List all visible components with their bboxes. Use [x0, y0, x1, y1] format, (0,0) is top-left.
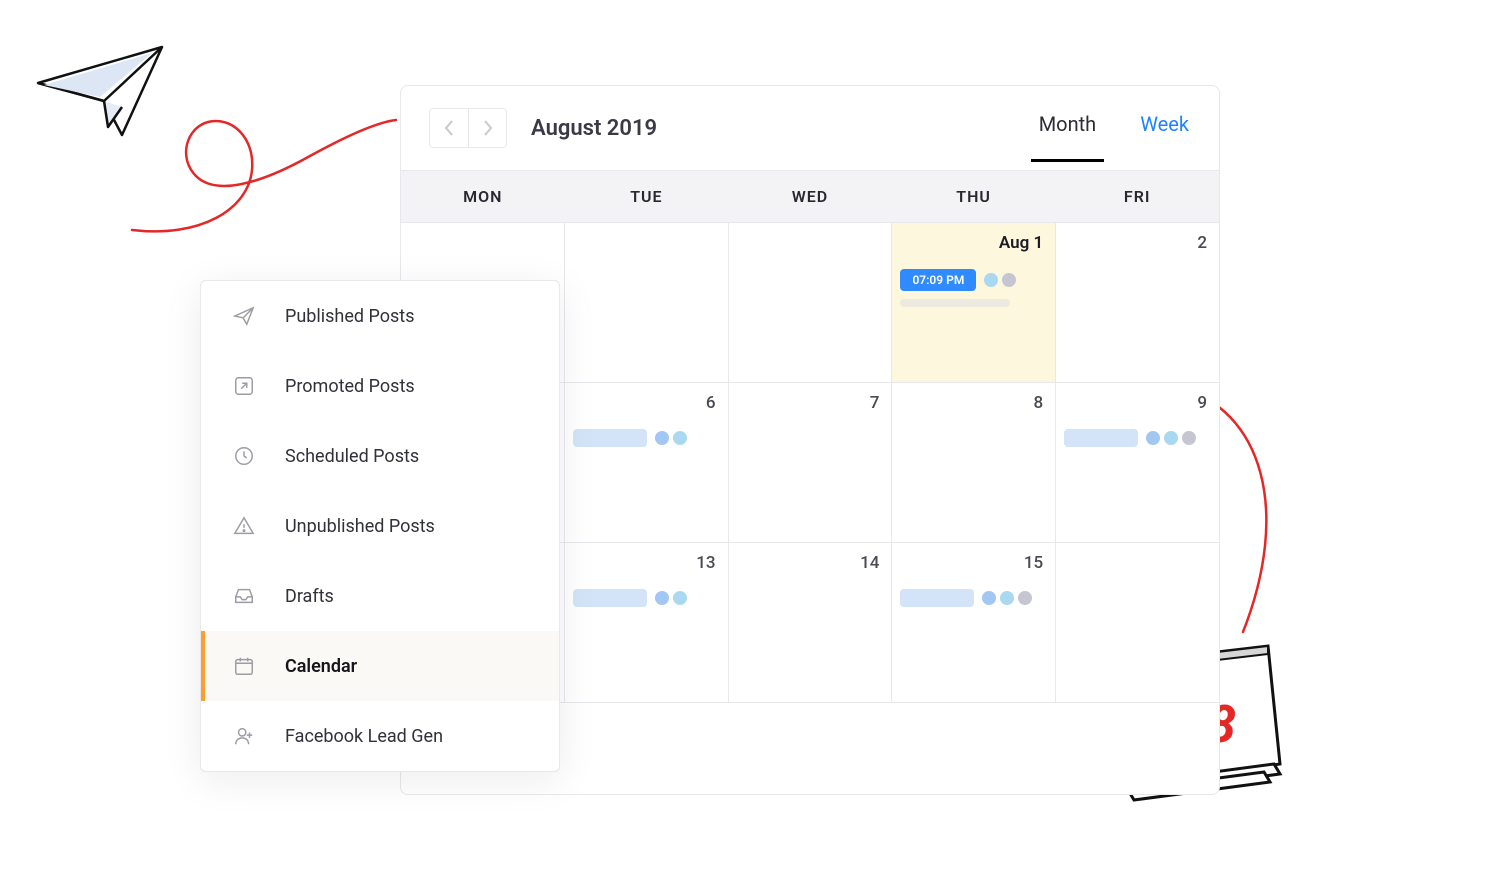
day-cell[interactable]: 6 [565, 383, 729, 542]
event-row[interactable] [573, 589, 720, 607]
view-tabs: Month Week [1037, 106, 1191, 150]
event-pill [573, 429, 647, 447]
facebook-icon [655, 591, 669, 605]
paper-plane-icon [231, 303, 257, 329]
twitter-icon [673, 591, 687, 605]
tray-icon [231, 583, 257, 609]
twitter-icon [1164, 431, 1178, 445]
sidebar-item-drafts[interactable]: Drafts [201, 561, 559, 631]
google-icon [1182, 431, 1196, 445]
google-icon [1018, 591, 1032, 605]
dow-thu: THU [892, 171, 1056, 222]
channel-icons [1146, 431, 1196, 445]
day-cell-today[interactable]: Aug 1 07:09 PM [892, 223, 1056, 382]
channel-icons [984, 273, 1016, 287]
twitter-icon [673, 431, 687, 445]
calendar-icon [231, 653, 257, 679]
day-cell[interactable] [1056, 543, 1219, 702]
sidebar-item-leadgen[interactable]: Facebook Lead Gen [201, 701, 559, 771]
days-of-week-row: MON TUE WED THU FRI [401, 170, 1219, 223]
date-label: 15 [1024, 553, 1043, 573]
calendar-nav [429, 108, 507, 148]
sidebar-item-label: Scheduled Posts [285, 446, 419, 467]
calendar-title: August 2019 [531, 116, 657, 141]
twitter-icon [1000, 591, 1014, 605]
channel-icons [982, 591, 1032, 605]
day-cell[interactable]: 2 [1056, 223, 1219, 382]
date-label: 2 [1197, 233, 1207, 253]
event-pill [900, 589, 974, 607]
sidebar-item-unpublished[interactable]: Unpublished Posts [201, 491, 559, 561]
date-label: 14 [860, 553, 879, 573]
day-cell[interactable]: 8 [892, 383, 1056, 542]
warning-icon [231, 513, 257, 539]
person-add-icon [231, 723, 257, 749]
sidebar-item-label: Published Posts [285, 306, 414, 327]
event-row[interactable] [900, 589, 1047, 607]
sidebar-item-scheduled[interactable]: Scheduled Posts [201, 421, 559, 491]
event-time-pill: 07:09 PM [900, 269, 976, 291]
event-pill [1064, 429, 1138, 447]
facebook-icon [982, 591, 996, 605]
dow-wed: WED [728, 171, 892, 222]
date-label: 13 [696, 553, 715, 573]
day-cell[interactable] [729, 223, 893, 382]
sidebar-item-label: Drafts [285, 586, 334, 607]
day-cell[interactable]: 14 [729, 543, 893, 702]
prev-month-button[interactable] [430, 109, 468, 147]
day-cell[interactable]: 15 [892, 543, 1056, 702]
event-pill [573, 589, 647, 607]
date-label: 8 [1034, 393, 1044, 413]
day-cell[interactable]: 13 [565, 543, 729, 702]
day-cell[interactable] [565, 223, 729, 382]
dow-mon: MON [401, 171, 565, 222]
arrow-out-icon [231, 373, 257, 399]
channel-icons [655, 591, 687, 605]
channel-icons [655, 431, 687, 445]
sidebar-item-calendar[interactable]: Calendar [201, 631, 559, 701]
facebook-icon [1146, 431, 1160, 445]
day-cell[interactable]: 7 [729, 383, 893, 542]
sidebar-item-label: Unpublished Posts [285, 516, 435, 537]
event-row[interactable] [1064, 429, 1211, 447]
sidebar-item-label: Promoted Posts [285, 376, 415, 397]
calendar-header: August 2019 Month Week [401, 86, 1219, 170]
day-cell[interactable]: 9 [1056, 383, 1219, 542]
sidebar-menu: Published Posts Promoted Posts Scheduled… [200, 280, 560, 772]
date-label: 9 [1197, 393, 1207, 413]
event-row[interactable]: 07:09 PM [900, 269, 1047, 291]
sidebar-item-published[interactable]: Published Posts [201, 281, 559, 351]
date-label: Aug 1 [999, 233, 1043, 253]
dow-fri: FRI [1055, 171, 1219, 222]
tab-week[interactable]: Week [1138, 106, 1191, 150]
twitter-icon [984, 273, 998, 287]
tab-month[interactable]: Month [1037, 106, 1098, 150]
event-stub [900, 299, 1010, 307]
next-month-button[interactable] [468, 109, 506, 147]
red-scribble-decor [120, 80, 400, 250]
event-row[interactable] [573, 429, 720, 447]
google-icon [1002, 273, 1016, 287]
clock-icon [231, 443, 257, 469]
dow-tue: TUE [565, 171, 729, 222]
date-label: 6 [706, 393, 716, 413]
sidebar-item-label: Facebook Lead Gen [285, 726, 443, 747]
sidebar-item-promoted[interactable]: Promoted Posts [201, 351, 559, 421]
facebook-icon [655, 431, 669, 445]
sidebar-item-label: Calendar [285, 656, 357, 677]
date-label: 7 [870, 393, 880, 413]
